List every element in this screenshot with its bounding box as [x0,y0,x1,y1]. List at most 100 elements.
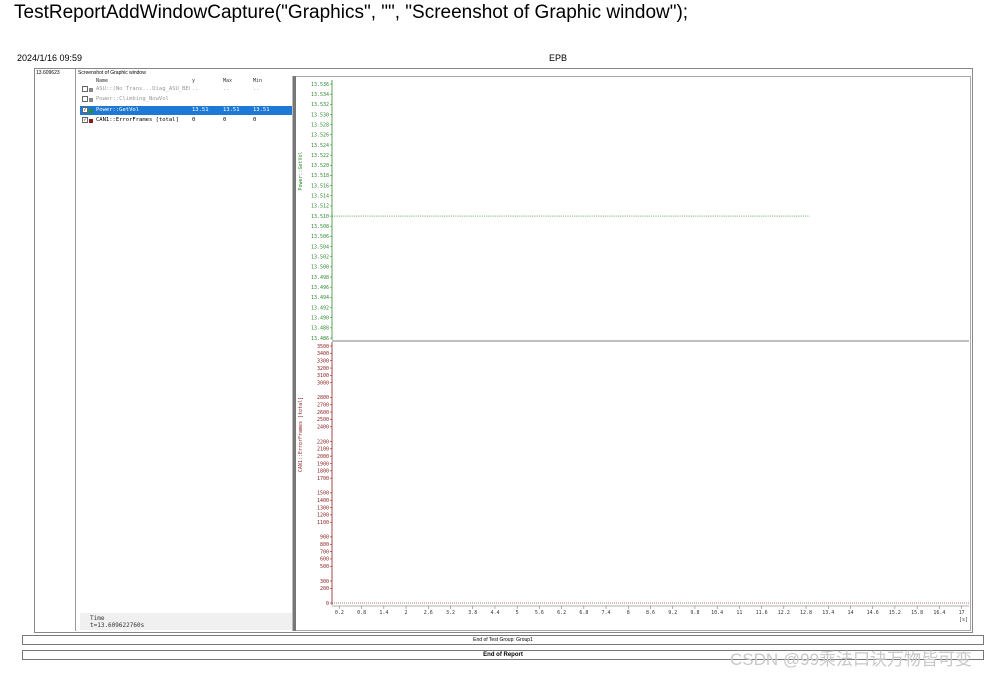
col-header-name: Name [96,78,109,84]
error-frames-y-tick-label: 1900 [317,461,329,467]
error-frames-y-tick-label: 700 [320,549,329,555]
x-axis-unit: [s] [959,617,968,623]
signal-max: .. [223,86,230,92]
x-tick-label: 11 [736,610,742,616]
voltage-y-tick-label: 13.508 [311,224,329,230]
voltage-y-tick-label: 13.504 [311,244,329,250]
signal-color-swatch [89,98,93,102]
error-frames-y-tick-label: 3300 [317,358,329,364]
error-frames-y-tick-label: 800 [320,542,329,548]
signal-name: ASU::(No Trans...Diag_ASU_BE0 [96,86,190,92]
error-frames-y-tick-label: 500 [320,564,329,570]
error-frames-y-tick-label: 2500 [317,417,329,423]
voltage-y-tick-label: 13.528 [311,122,329,128]
x-tick-label: 0.2 [335,610,344,616]
signal-row[interactable]: ✓ Power::GetVol 13.51 13.51 13.51 [80,106,292,115]
report-date: 2024/1/16 09:59 [17,53,83,63]
x-tick-label: 3.8 [468,610,477,616]
watermark: CSDN @99乘法口诀万物皆可变 [730,650,973,669]
signal-checkbox[interactable]: ✓ [82,107,88,113]
x-tick-label: 7.4 [602,610,611,616]
report-title: EPB [549,53,568,63]
error-frames-y-tick-label: 1700 [317,476,329,482]
signal-checkbox[interactable] [82,96,88,102]
voltage-y-tick-label: 13.524 [311,143,329,149]
voltage-y-tick-label: 13.516 [311,183,329,189]
error-frames-y-tick-label: 2200 [317,439,329,445]
signal-checkbox[interactable] [82,86,88,92]
signal-row[interactable]: ASU::(No Trans...Diag_ASU_BE0...... [80,85,292,94]
voltage-y-tick-label: 13.486 [311,336,329,342]
voltage-y-tick-label: 13.530 [311,112,329,118]
voltage-y-tick-label: 13.532 [311,102,329,108]
code-line: TestReportAddWindowCapture("Graphics", "… [14,2,689,23]
signal-y: 13.51 [192,107,209,113]
error-frames-y-tick-label: 2100 [317,447,329,453]
error-frames-y-tick-label: 2400 [317,425,329,431]
voltage-y-tick-label: 13.502 [311,255,329,261]
signal-color-swatch [89,88,93,92]
error-frames-y-tick-label: 1500 [317,491,329,497]
voltage-y-tick-label: 13.512 [311,204,329,210]
voltage-y-tick-label: 13.514 [311,194,329,200]
x-tick-label: 8.6 [646,610,655,616]
error-frames-axis-label: CAN1::ErrorFrames [total] [298,397,304,472]
voltage-y-tick-label: 13.510 [311,214,329,220]
x-tick-label: 9.2 [668,610,677,616]
signal-y: .. [192,86,199,92]
voltage-y-tick-label: 13.520 [311,163,329,169]
error-frames-y-tick-label: 1800 [317,469,329,475]
time-axis: 0.2 0.8 1.4 2 2.6 3.2 3.8 4.4 5 5.6 6.2 6.8 7.4 8 8.6 9… [332,340,969,623]
x-tick-label: 2.6 [424,610,433,616]
x-tick-label: 13.4 [822,610,834,616]
timestamp: 13.609623 [36,70,60,76]
signal-y: 0 [192,117,196,123]
x-tick-label: 11.6 [756,610,768,616]
signal-color-swatch [89,119,93,123]
timestamp-cell: 13.609623 [34,69,76,631]
x-tick-label: 14.6 [867,610,879,616]
x-tick-label: 2 [405,610,408,616]
time-value: t=13.609622760s [90,622,145,629]
signal-max: 0 [223,117,227,123]
signal-max: 13.51 [223,107,240,113]
error-frames-y-tick-label: 3100 [317,373,329,379]
signal-list-panel [78,76,293,631]
error-frames-y-tick-label: 1200 [317,513,329,519]
signal-checkbox[interactable]: ✓ [82,117,88,123]
error-frames-y-tick-label: 3400 [317,351,329,357]
x-tick-label: 8 [627,610,630,616]
signal-row[interactable]: Power::Climbing_NowVol [80,95,292,104]
end-of-test-group: End of Test Group: Group1 [22,635,984,645]
x-tick-label: 15.8 [911,610,923,616]
error-frames-y-tick-label: 900 [320,535,329,541]
signal-row[interactable]: ✓ CAN1::ErrorFrames [total] 0 0 0 [80,116,292,125]
x-tick-label: 6.2 [557,610,566,616]
signal-min: .. [253,86,260,92]
error-frames-y-tick-label: 1400 [317,498,329,504]
x-tick-label: 10.4 [711,610,723,616]
voltage-y-tick-label: 13.534 [311,92,329,98]
x-tick-label: 1.4 [379,610,388,616]
graph-area: 13.536 13.534 13.532 13.530 13.528 13.526 13.5… [298,80,969,623]
error-frames-y-tick-label: 2600 [317,410,329,416]
error-frames-y-tick-label: 0 [326,601,329,607]
x-tick-label: 4.4 [490,610,499,616]
x-tick-label: 5 [516,610,519,616]
time-readout: Time t=13.609622760s [80,613,292,630]
x-tick-label: 12.2 [778,610,790,616]
voltage-y-tick-label: 13.500 [311,265,329,271]
x-tick-label: 9.8 [690,610,699,616]
voltage-y-tick-label: 13.490 [311,315,329,321]
error-frames-y-tick-label: 2800 [317,395,329,401]
signal-name: Power::Climbing_NowVol [96,96,169,102]
signal-color-swatch [89,109,93,113]
error-frames-y-tick-label: 1100 [317,520,329,526]
col-header-max: Max [223,78,233,84]
voltage-y-tick-label: 13.536 [311,82,329,88]
time-label: Time [90,615,105,622]
x-tick-label: 12.8 [800,610,812,616]
voltage-plot: 13.536 13.534 13.532 13.530 13.528 13.526 13.5… [298,80,810,342]
x-tick-label: 3.2 [446,610,455,616]
voltage-axis-label: Power::GetVol [298,151,304,190]
